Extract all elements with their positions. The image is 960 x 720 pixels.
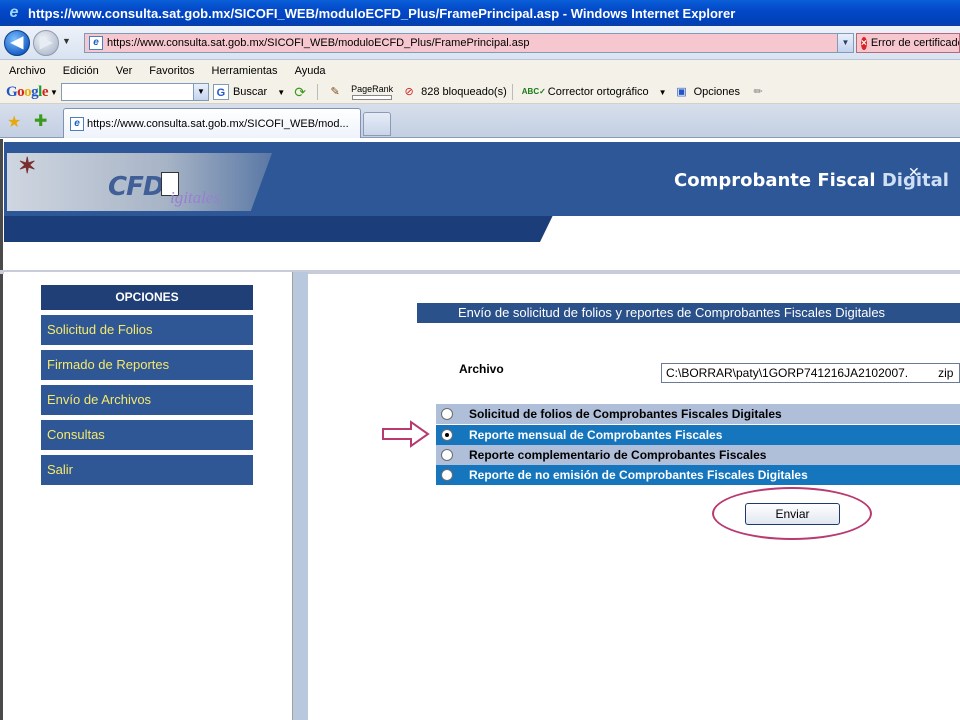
menu-item-envio-archivos[interactable]: Envío de Archivos: [41, 385, 253, 415]
tab-title: https://www.consulta.sat.gob.mx/SICOFI_W…: [87, 117, 349, 130]
google-menu-dropdown-icon[interactable]: ▼: [50, 88, 58, 97]
radio-reporte-mensual[interactable]: [441, 429, 453, 441]
spellcheck-dropdown-icon[interactable]: ▼: [659, 88, 667, 97]
frame-splitter[interactable]: [292, 272, 308, 720]
toolbars: Archivo Edición Ver Favoritos Herramient…: [0, 60, 960, 104]
google-search-input[interactable]: ▼: [60, 83, 209, 101]
buscar-button[interactable]: Buscar: [233, 86, 267, 98]
option-label: Reporte complementario de Comprobantes F…: [469, 448, 767, 462]
error-icon: ×: [861, 36, 867, 50]
page-icon: e: [89, 36, 103, 50]
menu-bar: Archivo Edición Ver Favoritos Herramient…: [0, 63, 334, 79]
popup-blocker-icon: ⊘: [404, 86, 414, 98]
sparkle-icon: ✕: [908, 164, 920, 180]
refresh-icon[interactable]: ⟳: [292, 84, 308, 100]
menu-archivo[interactable]: Archivo: [0, 63, 54, 79]
buscar-dropdown-icon[interactable]: ▼: [277, 88, 285, 97]
certificate-error-label: Error de certificado: [870, 37, 960, 49]
option-label: Reporte de no emisión de Comprobantes Fi…: [469, 468, 808, 482]
file-path-value: C:\BORRAR\paty\1GORP741216JA2102007.: [666, 366, 909, 380]
google-search-dropdown-icon[interactable]: ▼: [192, 84, 208, 100]
panel-heading: Envío de solicitud de folios y reportes …: [417, 303, 960, 323]
certificate-error-button[interactable]: × Error de certificado: [856, 33, 960, 53]
menu-favoritos[interactable]: Favoritos: [140, 63, 202, 79]
address-row: ◀ ▶ ▼ e https://www.consulta.sat.gob.mx/…: [0, 26, 960, 60]
separator: [511, 84, 513, 100]
menu-item-salir[interactable]: Salir: [41, 455, 253, 485]
new-tab-button[interactable]: [363, 112, 391, 136]
window-title: https://www.consulta.sat.gob.mx/SICOFI_W…: [28, 5, 736, 21]
option-row-reporte-mensual[interactable]: Reporte mensual de Comprobantes Fiscales: [436, 425, 960, 445]
options-menu: OPCIONES Solicitud de Folios Firmado de …: [41, 285, 253, 485]
enviar-button[interactable]: Enviar: [745, 503, 840, 525]
site-banner: ✶ CFD igitales Comprobante Fiscal Digita…: [4, 142, 960, 242]
browser-tab[interactable]: e https://www.consulta.sat.gob.mx/SICOFI…: [63, 108, 361, 138]
address-bar[interactable]: e https://www.consulta.sat.gob.mx/SICOFI…: [84, 33, 854, 53]
cfd-logo-text: CFD: [108, 172, 164, 202]
page-content: ✶ CFD igitales Comprobante Fiscal Digita…: [0, 139, 960, 720]
separator: [317, 84, 319, 100]
spellcheck-icon: ABC✓: [521, 87, 546, 96]
menu-item-firmado-reportes[interactable]: Firmado de Reportes: [41, 350, 253, 380]
options-button[interactable]: Opciones: [694, 86, 740, 98]
forward-button[interactable]: ▶: [33, 30, 59, 56]
add-favorites-icon[interactable]: ✚: [34, 111, 47, 131]
government-seal-logo: ✶: [18, 153, 37, 178]
page-icon: e: [70, 116, 84, 131]
option-label: Solicitud de folios de Comprobantes Fisc…: [469, 407, 782, 421]
option-row-solicitud-folios[interactable]: Solicitud de folios de Comprobantes Fisc…: [436, 404, 960, 424]
pagerank-label: PageRank: [351, 83, 394, 94]
pencil-icon[interactable]: ✏: [750, 84, 766, 100]
bookmark-icon[interactable]: ✎: [327, 84, 343, 100]
google-logo[interactable]: Google: [6, 84, 49, 101]
pagerank-bar: [352, 94, 393, 100]
menu-ver[interactable]: Ver: [107, 63, 141, 79]
options-icon: ▣: [676, 86, 687, 98]
tab-row: ★ ✚ e https://www.consulta.sat.gob.mx/SI…: [0, 104, 960, 138]
spellcheck-button[interactable]: Corrector ortográfico: [548, 86, 649, 98]
menu-herramientas[interactable]: Herramientas: [203, 63, 286, 79]
ie-logo-icon: e: [9, 4, 19, 21]
menu-ayuda[interactable]: Ayuda: [286, 63, 334, 79]
history-dropdown-icon[interactable]: ▼: [62, 36, 71, 46]
file-path-input[interactable]: C:\BORRAR\paty\1GORP741216JA2102007. zip: [661, 363, 960, 383]
option-label: Reporte mensual de Comprobantes Fiscales: [469, 428, 723, 442]
cfd-logo-igitales: igitales: [170, 188, 221, 207]
pagerank-indicator[interactable]: PageRank: [351, 83, 394, 100]
menu-item-consultas[interactable]: Consultas: [41, 420, 253, 450]
radio-reporte-complementario[interactable]: [441, 449, 453, 461]
frame-border: [0, 139, 3, 720]
option-row-reporte-no-emision[interactable]: Reporte de no emisión de Comprobantes Fi…: [436, 465, 960, 485]
cfd-logo: CFD: [108, 172, 180, 202]
back-button[interactable]: ◀: [4, 30, 30, 56]
radio-solicitud-folios[interactable]: [441, 408, 453, 420]
address-url[interactable]: https://www.consulta.sat.gob.mx/SICOFI_W…: [107, 37, 529, 49]
address-dropdown-icon[interactable]: ▼: [837, 34, 853, 52]
option-row-reporte-complementario[interactable]: Reporte complementario de Comprobantes F…: [436, 445, 960, 465]
radio-reporte-no-emision[interactable]: [441, 469, 453, 481]
banner-white-cut: [540, 216, 960, 242]
options-menu-header: OPCIONES: [41, 285, 253, 310]
file-label: Archivo: [459, 362, 504, 376]
popup-blocked-count[interactable]: 828 bloqueado(s): [421, 86, 507, 98]
annotation-arrow-icon: [382, 420, 430, 448]
banner-title-main: Comprobante Fiscal: [674, 170, 882, 191]
file-path-extension: zip: [938, 366, 954, 380]
menu-edicion[interactable]: Edición: [54, 63, 107, 79]
menu-item-solicitud-folios[interactable]: Solicitud de Folios: [41, 315, 253, 345]
window-titlebar: e https://www.consulta.sat.gob.mx/SICOFI…: [0, 0, 960, 26]
google-g-icon[interactable]: G: [212, 84, 229, 100]
google-toolbar: Google ▼ ▼ G Buscar ▼ ⟳ ✎ PageRank ⊘ 828…: [0, 81, 960, 103]
favorites-star-icon[interactable]: ★: [7, 112, 21, 132]
